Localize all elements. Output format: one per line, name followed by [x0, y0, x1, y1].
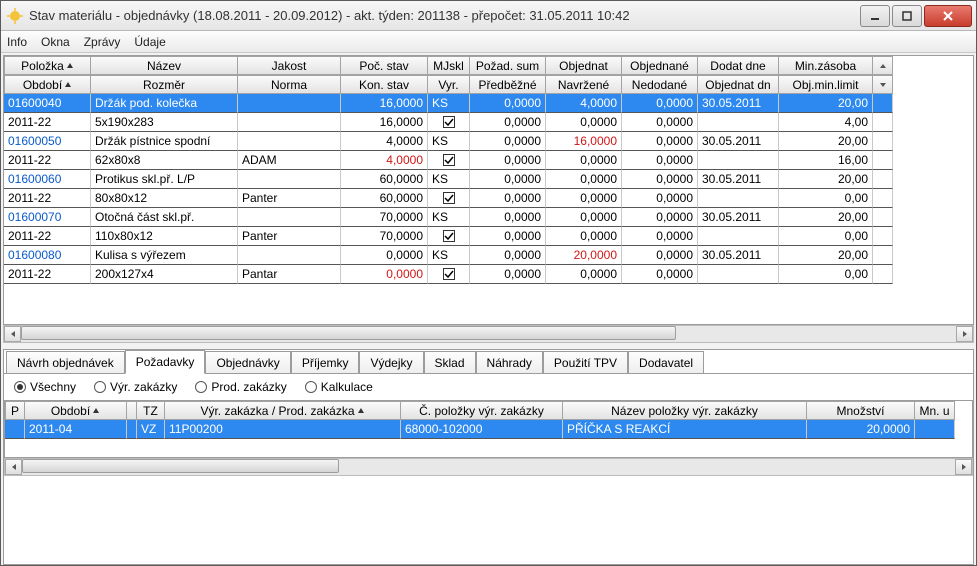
- scroll-right-button[interactable]: [956, 326, 973, 342]
- checkbox-vyr[interactable]: [428, 113, 470, 132]
- tab-navrh-objednavek[interactable]: Návrh objednávek: [6, 351, 125, 373]
- tab-pozadavky[interactable]: Požadavky: [125, 350, 206, 374]
- col-min-zasoba[interactable]: Min.zásoba: [779, 56, 873, 75]
- checkbox-vyr[interactable]: [428, 151, 470, 170]
- detail-zakazka: 11P00200: [165, 420, 401, 439]
- col-dodat-dne[interactable]: Dodat dne: [698, 56, 779, 75]
- detail-c-polozky: 68000-102000: [401, 420, 563, 439]
- detail-mnozstvi: 20,0000: [807, 420, 915, 439]
- col-nedodane[interactable]: Nedodané: [622, 75, 698, 94]
- col-objednat[interactable]: Objednat: [546, 56, 622, 75]
- col-pozad-sum[interactable]: Požad. sum: [470, 56, 546, 75]
- app-window: Stav materiálu - objednávky (18.08.2011 …: [0, 0, 977, 566]
- detail-tabs: Návrh objednávek Požadavky Objednávky Př…: [3, 349, 974, 565]
- checkbox-vyr[interactable]: [428, 227, 470, 246]
- col-kon-stav[interactable]: Kon. stav: [341, 75, 428, 94]
- table-row[interactable]: 01600080Kulisa s výřezem0,0000KS0,000020…: [4, 246, 973, 265]
- dcol-nazev-polozky[interactable]: Název položky výr. zakázky: [563, 401, 807, 420]
- header-row-1[interactable]: Položka Název Jakost Poč. stav MJskl Pož…: [4, 56, 973, 75]
- dcol-obdobi[interactable]: Období: [25, 401, 127, 420]
- checkbox-vyr[interactable]: [428, 189, 470, 208]
- dcol-p[interactable]: P: [5, 401, 25, 420]
- tab-sklad[interactable]: Sklad: [424, 351, 476, 373]
- menu-info[interactable]: Info: [7, 35, 27, 49]
- dcol-c-polozky[interactable]: Č. položky výr. zakázky: [401, 401, 563, 420]
- main-hscrollbar[interactable]: [3, 325, 974, 343]
- window-title: Stav materiálu - objednávky (18.08.2011 …: [29, 8, 858, 23]
- header-row-2[interactable]: Období Rozměr Norma Kon. stav Vyr. Předb…: [4, 75, 973, 94]
- titlebar[interactable]: Stav materiálu - objednávky (18.08.2011 …: [1, 1, 976, 31]
- triangle-up-icon: [879, 62, 887, 70]
- table-row[interactable]: 2011-2280x80x12Panter60,00000,00000,0000…: [4, 189, 973, 208]
- detail-grid[interactable]: P Období TZ Výr. zakázka / Prod. zakázka…: [4, 400, 973, 458]
- filter-radios: Všechny Výr. zakázky Prod. zakázky Kalku…: [4, 374, 973, 400]
- detail-nazev: PŘÍČKA S REAKCÍ: [563, 420, 807, 439]
- menu-okna[interactable]: Okna: [41, 35, 70, 49]
- tab-prijemky[interactable]: Příjemky: [291, 351, 360, 373]
- table-row[interactable]: 01600070Otočná část skl.př.70,0000KS0,00…: [4, 208, 973, 227]
- col-polozka[interactable]: Položka: [4, 56, 91, 75]
- radio-vsechny[interactable]: Všechny: [14, 380, 76, 394]
- maximize-button[interactable]: [892, 5, 922, 27]
- triangle-down-icon: [879, 81, 887, 89]
- col-norma[interactable]: Norma: [238, 75, 341, 94]
- table-row[interactable]: 2011-22200x127x4Pantar0,00000,00000,0000…: [4, 265, 973, 284]
- col-nazev[interactable]: Název: [91, 56, 238, 75]
- menu-zpravy[interactable]: Zprávy: [84, 35, 121, 49]
- radio-kalkulace[interactable]: Kalkulace: [305, 380, 373, 394]
- tab-vydejky[interactable]: Výdejky: [359, 351, 423, 373]
- col-vyr[interactable]: Vyr.: [428, 75, 470, 94]
- col-poc-stav[interactable]: Poč. stav: [341, 56, 428, 75]
- col-navrzene[interactable]: Navržené: [546, 75, 622, 94]
- col-objednane[interactable]: Objednané: [622, 56, 698, 75]
- sort-up-icon: [66, 62, 74, 70]
- scroll-left-button[interactable]: [4, 326, 21, 342]
- checkbox-vyr[interactable]: [428, 265, 470, 284]
- col-mjskl[interactable]: MJskl: [428, 56, 470, 75]
- menubar: Info Okna Zprávy Údaje: [1, 31, 976, 53]
- scroll-left-button[interactable]: [5, 459, 22, 475]
- detail-row[interactable]: 2011-04 VZ 11P00200 68000-102000 PŘÍČKA …: [5, 420, 972, 439]
- app-icon: [7, 8, 23, 24]
- table-row[interactable]: 2011-225x190x28316,00000,00000,00000,000…: [4, 113, 973, 132]
- dcol-vyr-zakazka[interactable]: Výr. zakázka / Prod. zakázka: [165, 401, 401, 420]
- minimize-button[interactable]: [860, 5, 890, 27]
- dcol-tz[interactable]: TZ: [137, 401, 165, 420]
- col-scrollhead2[interactable]: [873, 75, 893, 94]
- tab-nahrady[interactable]: Náhrady: [476, 351, 543, 373]
- detail-blank: [5, 439, 972, 457]
- col-rozmer[interactable]: Rozměr: [91, 75, 238, 94]
- menu-udaje[interactable]: Údaje: [134, 35, 165, 49]
- scroll-right-button[interactable]: [955, 459, 972, 475]
- dcol-mn[interactable]: Mn. u: [915, 401, 955, 420]
- table-row[interactable]: 01600040Držák pod. kolečka16,0000KS0,000…: [4, 94, 973, 113]
- dcol-sort2[interactable]: [127, 401, 137, 420]
- detail-tz: VZ: [137, 420, 165, 439]
- detail-header[interactable]: P Období TZ Výr. zakázka / Prod. zakázka…: [5, 401, 972, 420]
- dcol-mnozstvi[interactable]: Množství: [807, 401, 915, 420]
- tab-dodavatel[interactable]: Dodavatel: [628, 351, 704, 373]
- tab-pouziti-tpv[interactable]: Použití TPV: [543, 351, 628, 373]
- sort-up-icon: [357, 407, 365, 415]
- detail-hscrollbar[interactable]: [4, 458, 973, 476]
- radio-vyr-zakazky[interactable]: Výr. zakázky: [94, 380, 177, 394]
- radio-prod-zakazky[interactable]: Prod. zakázky: [195, 380, 286, 394]
- main-grid[interactable]: Položka Název Jakost Poč. stav MJskl Pož…: [3, 55, 974, 325]
- col-obdobi[interactable]: Období: [4, 75, 91, 94]
- col-obj-min-limit[interactable]: Obj.min.limit: [779, 75, 873, 94]
- sort-up-icon: [92, 407, 100, 415]
- tab-objednavky[interactable]: Objednávky: [205, 351, 290, 373]
- col-objednat-dn[interactable]: Objednat dn: [698, 75, 779, 94]
- table-row[interactable]: 2011-22110x80x12Panter70,00000,00000,000…: [4, 227, 973, 246]
- table-row[interactable]: 01600050Držák pístnice spodní4,0000KS0,0…: [4, 132, 973, 151]
- col-jakost[interactable]: Jakost: [238, 56, 341, 75]
- table-row[interactable]: 01600060Protikus skl.př. L/P60,0000KS0,0…: [4, 170, 973, 189]
- col-scrollhead[interactable]: [873, 56, 893, 75]
- col-predbezne[interactable]: Předběžné: [470, 75, 546, 94]
- sort-up-icon: [64, 81, 72, 89]
- detail-obdobi: 2011-04: [25, 420, 127, 439]
- close-button[interactable]: [924, 5, 972, 27]
- table-row[interactable]: 2011-2262x80x8ADAM4,00000,00000,00000,00…: [4, 151, 973, 170]
